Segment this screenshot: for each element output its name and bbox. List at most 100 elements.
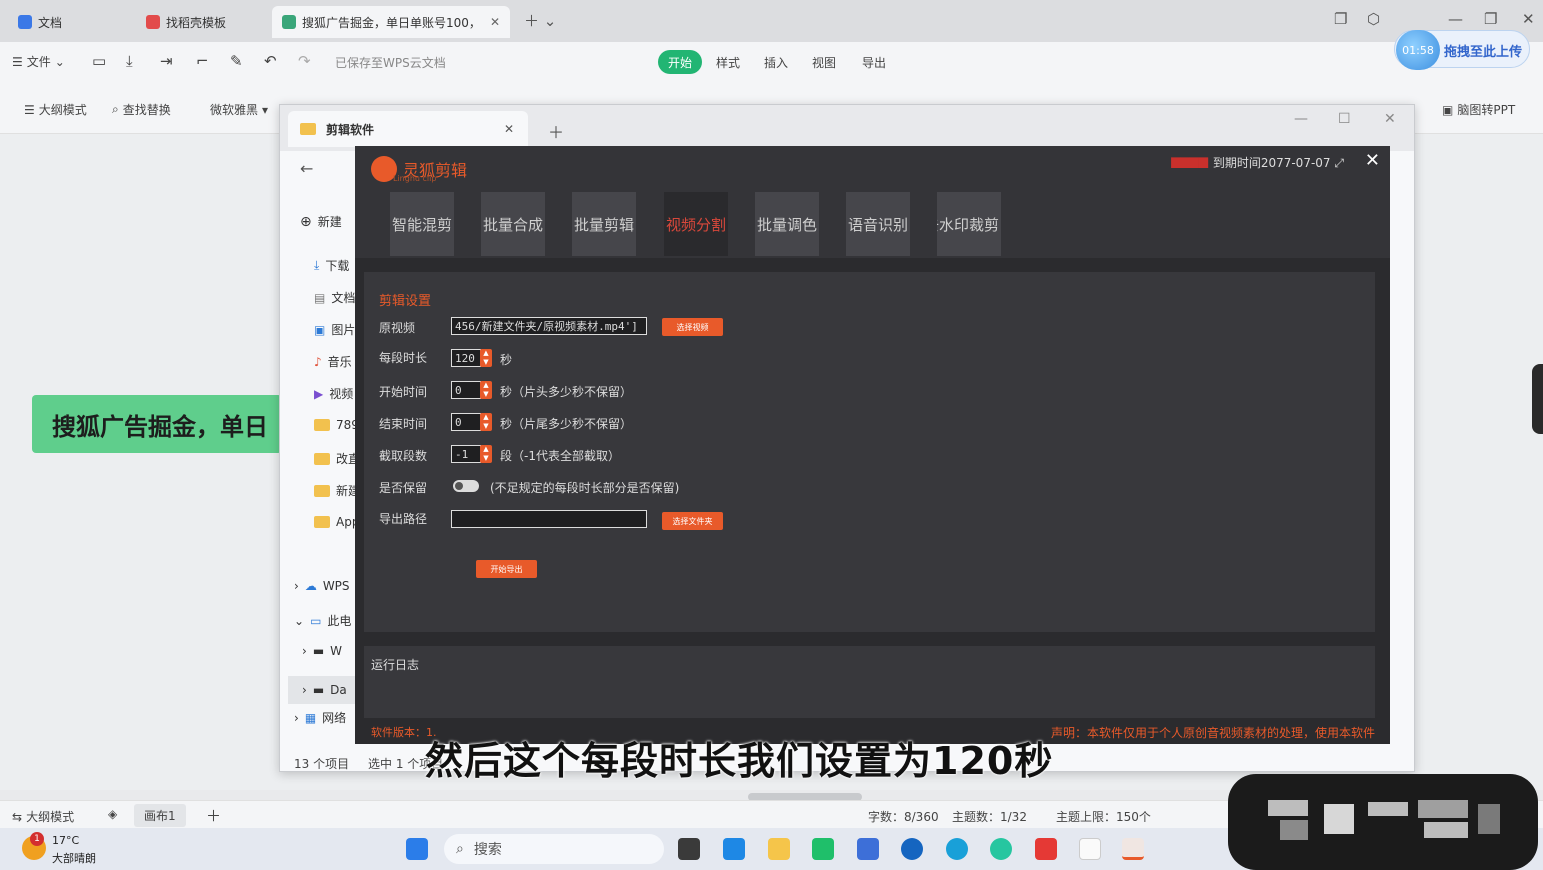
select-folder-button[interactable]: 选择文件夹 — [662, 512, 723, 530]
end-time-label: 结束时间 — [379, 417, 428, 431]
browser-tab-current[interactable]: 搜狐广告掘金，单日单账号100， ✕ — [272, 6, 510, 38]
lingfox-taskbar-icon[interactable] — [1122, 838, 1144, 860]
sidebar-item-videos[interactable]: ▶ 视频 — [314, 385, 353, 402]
mindmap-icon — [282, 15, 296, 29]
sidebar-item-folder-3[interactable]: 新建 — [314, 482, 360, 499]
layers-icon[interactable]: ◈ — [108, 807, 117, 821]
maximize-icon[interactable]: ☐ — [1338, 111, 1351, 127]
pen-icon[interactable]: ✎ — [230, 52, 243, 70]
mindmap-to-ppt-button[interactable]: ▣ 脑图转PPT — [1442, 101, 1515, 118]
keep-remainder-toggle[interactable] — [453, 480, 479, 492]
download-icon: ⤓ — [314, 258, 320, 272]
sidebar-item-folder-2[interactable]: 改直 — [314, 450, 360, 467]
windows-start-icon[interactable] — [406, 838, 428, 860]
end-time-input[interactable]: 0 — [451, 413, 481, 431]
tree-item-wps[interactable]: › ☁ WPS — [294, 579, 350, 593]
start-export-button[interactable]: 开始导出 — [476, 560, 537, 578]
chevron-right-icon: › — [302, 644, 307, 658]
back-arrow-icon[interactable]: ← — [300, 159, 313, 178]
menu-start[interactable]: 开始 — [658, 50, 703, 74]
whiteboard-icon[interactable] — [723, 838, 745, 860]
tab-batch-cut[interactable]: 批量剪辑 — [572, 192, 636, 256]
explorer-tab[interactable]: 剪辑软件 ✕ — [288, 111, 528, 147]
export-icon[interactable]: ⇥ — [160, 52, 173, 70]
select-video-button[interactable]: 选择视频 — [662, 318, 723, 336]
browser-tab-bar: 文档 找稻壳模板 搜狐广告掘金，单日单账号100， ✕ ＋ ⌄ ❐ ⬡ — ❐ … — [0, 0, 1543, 42]
menu-view[interactable]: 视图 — [802, 50, 846, 74]
sidebar-item-music[interactable]: ♪ 音乐 — [314, 353, 352, 370]
pin-icon[interactable]: ⤢ — [1334, 156, 1344, 170]
task-view-icon[interactable] — [678, 838, 700, 860]
app-green-icon[interactable] — [990, 838, 1012, 860]
browser-tab-templates[interactable]: 找稻壳模板 — [136, 6, 268, 38]
mindmap-root-node[interactable]: 搜狐广告掘金，单日 — [32, 395, 282, 453]
menu-style[interactable]: 样式 — [706, 50, 750, 74]
spinner-icon[interactable]: ▲ ▼ — [480, 413, 492, 431]
tab-watermark-crop[interactable]: 去水印裁剪 — [937, 192, 1001, 256]
store-icon[interactable] — [857, 838, 879, 860]
spinner-icon[interactable]: ▲ ▼ — [480, 381, 492, 399]
segment-count-note: 段（-1代表全部截取） — [500, 449, 620, 463]
find-replace-button[interactable]: ⌕ 查找替换 — [112, 101, 171, 118]
sidebar-item-folder-789[interactable]: 789 — [314, 418, 359, 432]
spinner-icon[interactable]: ▲ ▼ — [480, 445, 492, 463]
segment-count-label: 截取段数 — [379, 449, 428, 463]
download-icon[interactable]: ⤓ — [126, 52, 133, 70]
font-select[interactable]: 微软雅黑 ▾ — [210, 101, 268, 118]
add-canvas-icon[interactable]: ＋ — [206, 805, 221, 826]
export-path-field[interactable] — [451, 510, 647, 528]
outline-mode-button[interactable]: ☰ 大纲模式 — [24, 101, 87, 118]
tab-batch-color[interactable]: 批量调色 — [755, 192, 819, 256]
segment-duration-input[interactable]: 120 — [451, 349, 481, 367]
format-painter-icon[interactable]: ⌐ — [196, 52, 209, 70]
tab-list-icon[interactable]: ❐ — [1334, 10, 1347, 28]
new-button[interactable]: ⊕ 新建 — [300, 213, 342, 230]
minimize-icon[interactable]: — — [1448, 10, 1463, 28]
tree-item-this-pc[interactable]: ⌄ ▭ 此电 — [294, 612, 351, 629]
restore-icon[interactable]: ❐ — [1484, 10, 1497, 28]
wps-icon[interactable] — [1035, 838, 1057, 860]
tree-item-network[interactable]: › ▦ 网络 — [294, 709, 346, 726]
tab-smart-mix[interactable]: 智能混剪 — [390, 192, 454, 256]
tab-speech-recognition[interactable]: 语音识别 — [846, 192, 910, 256]
sidebar-item-folder-app[interactable]: App — [314, 515, 359, 529]
file-menu[interactable]: ☰ 文件 ⌄ — [12, 53, 65, 70]
file-explorer-icon[interactable] — [768, 838, 790, 860]
close-tab-icon[interactable]: ✕ — [490, 15, 500, 29]
app-close-icon[interactable]: ✕ — [1365, 150, 1380, 171]
tab-batch-compose[interactable]: 批量合成 — [481, 192, 545, 256]
redo-icon[interactable]: ↷ — [298, 52, 311, 70]
tree-item-drive-w[interactable]: › ▬ W — [302, 644, 342, 658]
close-window-icon[interactable]: ✕ — [1522, 10, 1535, 28]
canvas-tab[interactable]: 画布1 — [134, 804, 186, 827]
chevron-right-icon: › — [294, 710, 299, 725]
tree-item-drive-d[interactable]: › ▬ Da — [288, 676, 358, 704]
close-window-icon[interactable]: ✕ — [1384, 111, 1396, 127]
app-blue-icon[interactable] — [901, 838, 923, 860]
menu-export[interactable]: 导出 — [852, 50, 896, 74]
app-red-icon[interactable] — [1079, 838, 1101, 860]
side-panel-handle[interactable] — [1532, 364, 1543, 434]
source-video-field[interactable]: 456/新建文件夹/原视频素材.mp4'] — [451, 317, 647, 335]
wechat-icon[interactable] — [812, 838, 834, 860]
sidebar-item-downloads[interactable]: ⤓ 下载 — [314, 257, 349, 274]
sidebar-item-documents[interactable]: ▤ 文档 — [314, 289, 355, 306]
spinner-icon[interactable]: ▲ ▼ — [480, 349, 492, 367]
segment-count-input[interactable]: -1 — [451, 445, 481, 463]
sidebar-item-pictures[interactable]: ▣ 图片 — [314, 321, 355, 338]
segment-unit: 秒 — [500, 353, 513, 367]
taskbar-search[interactable]: ⌕ 搜索 — [444, 834, 664, 864]
new-tab-icon[interactable]: ＋ ⌄ — [524, 10, 556, 31]
start-time-input[interactable]: 0 — [451, 381, 481, 399]
menu-insert[interactable]: 插入 — [754, 50, 798, 74]
undo-icon[interactable]: ↶ — [264, 52, 277, 70]
close-tab-icon[interactable]: ✕ — [504, 122, 514, 136]
outline-mode-status[interactable]: ⇆ 大纲模式 — [12, 808, 74, 825]
browser-tab-docs[interactable]: 文档 — [8, 6, 128, 38]
new-tab-icon[interactable]: ＋ — [548, 119, 564, 143]
edge-icon[interactable] — [946, 838, 968, 860]
minimize-icon[interactable]: — — [1294, 111, 1308, 127]
save-icon[interactable]: ▭ — [92, 52, 106, 70]
cube-icon[interactable]: ⬡ — [1367, 10, 1380, 28]
tab-video-split[interactable]: 视频分割 — [664, 192, 728, 256]
